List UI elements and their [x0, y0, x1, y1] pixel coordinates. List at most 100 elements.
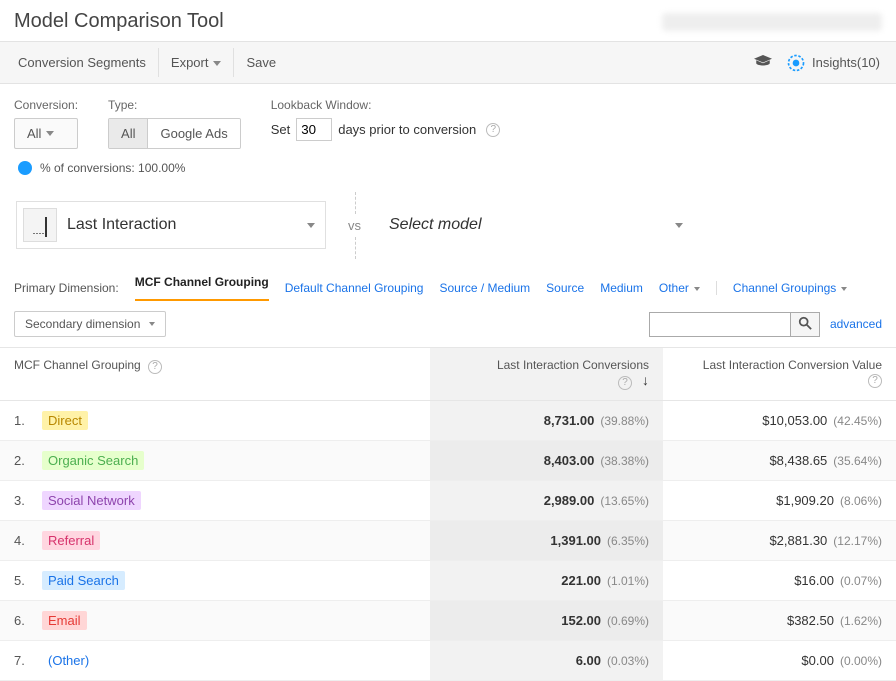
channel-chip: Organic Search	[42, 451, 144, 470]
conversion-value: All	[27, 126, 41, 141]
conversion-dropdown[interactable]: All	[14, 118, 78, 149]
insights-count: 10	[861, 55, 875, 70]
conversions-value: 6.00	[576, 653, 601, 668]
page-title: Model Comparison Tool	[14, 10, 224, 33]
conversions-value: 8,403.00	[544, 453, 595, 468]
help-icon[interactable]: ?	[486, 123, 500, 137]
conversions-pct: (0.69%)	[607, 614, 649, 628]
export-button[interactable]: Export	[158, 48, 234, 77]
export-label: Export	[171, 55, 209, 70]
pct-of-conversions-label: % of conversions: 100.00%	[40, 161, 185, 175]
table-row[interactable]: 6.Email152.00(0.69%)$382.50(1.62%)	[0, 600, 896, 640]
channel-chip: Social Network	[42, 491, 141, 510]
dim-default-channel-grouping[interactable]: Default Channel Grouping	[285, 281, 424, 295]
table-row[interactable]: 5.Paid Search221.00(1.01%)$16.00(0.07%)	[0, 560, 896, 600]
search-icon	[798, 316, 812, 330]
channel-groupings-dropdown[interactable]: Channel Groupings	[733, 281, 847, 295]
type-label: Type:	[108, 98, 241, 112]
search-button[interactable]	[790, 313, 819, 336]
search-input[interactable]	[650, 313, 790, 336]
type-segmented: All Google Ads	[108, 118, 241, 149]
channel-chip: Email	[42, 611, 87, 630]
channel-chip: Direct	[42, 411, 88, 430]
col-conversions-header[interactable]: Last Interaction Conversions	[497, 358, 649, 372]
last-interaction-icon	[23, 208, 57, 242]
conversion-value-pct: (12.17%)	[833, 534, 882, 548]
chevron-down-icon	[149, 322, 155, 326]
conversion-value: $0.00	[801, 653, 834, 668]
row-index: 4.	[14, 533, 42, 548]
conversion-value: $8,438.65	[769, 453, 827, 468]
conversion-value-pct: (0.07%)	[840, 574, 882, 588]
row-index: 3.	[14, 493, 42, 508]
type-all-button[interactable]: All	[109, 119, 147, 148]
help-icon[interactable]: ?	[868, 374, 882, 388]
insights-icon	[786, 53, 806, 73]
results-table: MCF Channel Grouping ? Last Interaction …	[0, 347, 896, 681]
type-google-ads-button[interactable]: Google Ads	[147, 119, 239, 148]
chevron-down-icon	[675, 223, 683, 228]
model-b-placeholder: Select model	[389, 216, 670, 234]
conversion-value: $10,053.00	[762, 413, 827, 428]
chevron-down-icon	[694, 287, 700, 291]
conversion-value: $2,881.30	[769, 533, 827, 548]
table-row[interactable]: 4.Referral1,391.00(6.35%)$2,881.30(12.17…	[0, 520, 896, 560]
secondary-dimension-dropdown[interactable]: Secondary dimension	[14, 311, 166, 337]
lookback-days-input[interactable]	[296, 118, 332, 141]
table-row[interactable]: 2.Organic Search 8,403.00 (38.38%) $8,438.6…	[0, 440, 896, 480]
channel-chip: Paid Search	[42, 571, 125, 590]
help-icon[interactable]: ?	[618, 376, 632, 390]
dim-mcf-channel-grouping[interactable]: MCF Channel Grouping	[135, 275, 269, 301]
channel-groupings-label: Channel Groupings	[733, 281, 836, 295]
help-icon[interactable]: ?	[148, 360, 162, 374]
conversions-value: 8,731.00	[544, 413, 595, 428]
model-a-dropdown[interactable]: Last Interaction	[16, 201, 326, 249]
conversions-pct: (13.65%)	[600, 494, 649, 508]
secondary-dimension-label: Secondary dimension	[25, 317, 140, 331]
table-row[interactable]: 7.(Other)6.00(0.03%)$0.00(0.00%)	[0, 640, 896, 680]
conversion-value: $1,909.20	[776, 493, 834, 508]
dim-source-medium[interactable]: Source / Medium	[439, 281, 530, 295]
row-index: 1.	[14, 413, 42, 428]
search-box	[649, 312, 820, 337]
model-a-name: Last Interaction	[67, 216, 302, 234]
channel-chip: Referral	[42, 531, 100, 550]
conversions-pct: (38.38%)	[600, 454, 649, 468]
save-button[interactable]: Save	[233, 48, 288, 77]
graduation-cap-icon[interactable]	[754, 54, 772, 71]
conversion-segments-button[interactable]: Conversion Segments	[6, 48, 158, 77]
primary-dimension-label: Primary Dimension:	[14, 281, 119, 295]
conversions-pct: (0.03%)	[607, 654, 649, 668]
dim-other[interactable]: Other	[659, 281, 700, 295]
advanced-link[interactable]: advanced	[830, 317, 882, 331]
dim-other-label: Other	[659, 281, 689, 295]
model-b-dropdown[interactable]: Select model	[383, 210, 693, 240]
insights-label: Insights	[812, 55, 857, 70]
conversion-value-pct: (8.06%)	[840, 494, 882, 508]
dim-medium[interactable]: Medium	[600, 281, 643, 295]
row-index: 5.	[14, 573, 42, 588]
dim-source[interactable]: Source	[546, 281, 584, 295]
channel-chip: (Other)	[42, 651, 95, 670]
conversion-value-pct: (1.62%)	[840, 614, 882, 628]
conversions-pct: (6.35%)	[607, 534, 649, 548]
vs-label: vs	[348, 218, 361, 233]
lookback-suffix: days prior to conversion	[338, 122, 476, 137]
conversion-label: Conversion:	[14, 98, 78, 112]
col-value-header[interactable]: Last Interaction Conversion Value	[703, 358, 882, 372]
insights-button[interactable]: Insights(10)	[786, 53, 880, 73]
toolbar: Conversion Segments Export Save Insights…	[0, 41, 896, 84]
row-index: 2.	[14, 453, 42, 468]
chevron-down-icon	[46, 131, 54, 136]
series-dot-icon	[18, 161, 32, 175]
lookback-set-label: Set	[271, 122, 291, 137]
conversion-value: $16.00	[794, 573, 834, 588]
chevron-down-icon	[307, 223, 315, 228]
table-row[interactable]: 3.Social Network2,989.00(13.65%)$1,909.2…	[0, 480, 896, 520]
conversions-pct: (39.88%)	[600, 414, 649, 428]
table-row[interactable]: 1.Direct8,731.00(39.88%)$10,053.00(42.45…	[0, 400, 896, 440]
separator	[716, 281, 717, 295]
col-channel-header[interactable]: MCF Channel Grouping	[14, 358, 141, 372]
sort-descending-icon[interactable]: ↓	[642, 372, 649, 388]
conversions-pct: (1.01%)	[607, 574, 649, 588]
